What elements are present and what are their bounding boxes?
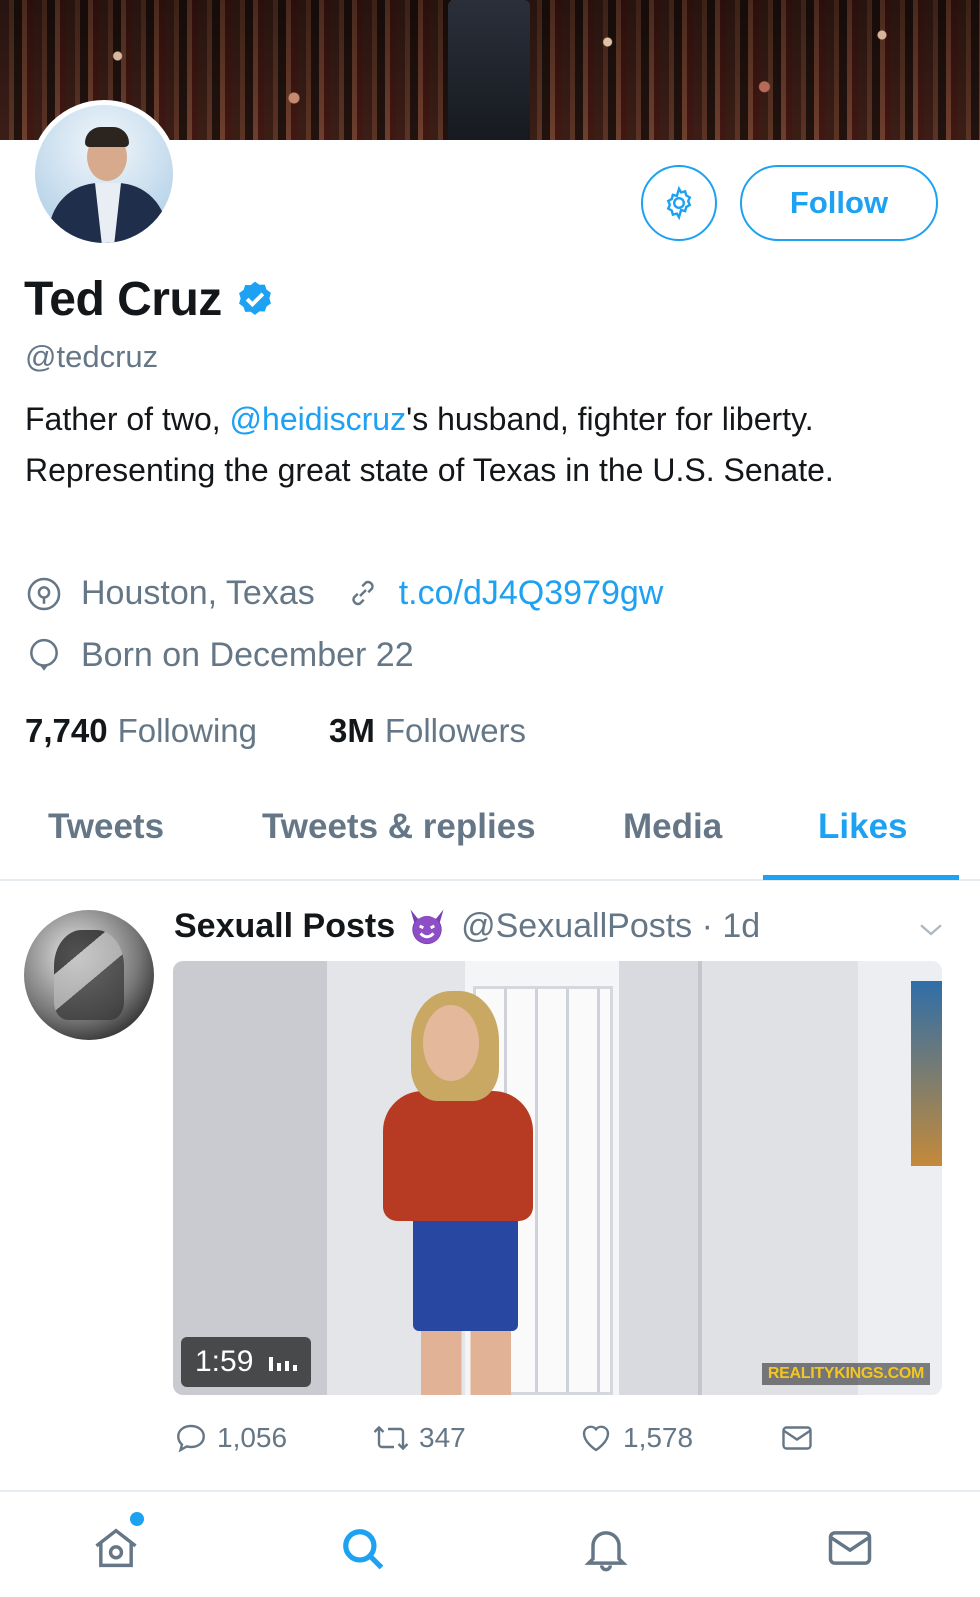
tweet-actions: 1,056 347 1,578	[173, 1420, 873, 1470]
tab-likes[interactable]: Likes	[818, 807, 908, 847]
nav-messages[interactable]	[822, 1520, 878, 1576]
gear-icon	[666, 185, 692, 221]
settings-button[interactable]	[641, 165, 717, 241]
retweet-icon	[373, 1425, 409, 1451]
nav-search[interactable]	[334, 1520, 390, 1576]
balloon-icon	[25, 637, 63, 675]
bell-icon	[584, 1531, 628, 1572]
profile-handle: @tedcruz	[25, 339, 159, 374]
tweet-author-handle-time: @SexuallPosts · 1d	[461, 906, 761, 945]
home-icon	[95, 1528, 137, 1568]
video-person-face	[423, 1005, 479, 1081]
nav-home[interactable]	[88, 1520, 144, 1576]
reply-icon	[177, 1424, 205, 1453]
search-icon	[343, 1529, 384, 1570]
profile-birthday: Born on December 22	[81, 636, 414, 674]
follow-button[interactable]: Follow	[740, 165, 938, 241]
tweet-author-name[interactable]: Sexuall Posts	[174, 907, 395, 946]
retweet-button[interactable]: 347	[371, 1420, 466, 1456]
video-scene-wall	[698, 961, 858, 1395]
profile-name-row: Ted Cruz	[24, 272, 276, 327]
heart-icon	[582, 1425, 610, 1452]
retweet-count: 347	[419, 1422, 466, 1453]
followers-label: Followers	[384, 712, 527, 749]
video-person-skirt	[413, 1216, 518, 1331]
video-watermark: REALITYKINGS.COM	[761, 1363, 930, 1385]
mail-icon	[828, 1531, 872, 1565]
followers-stat[interactable]: 3M Followers	[329, 712, 526, 750]
video-duration: 1:59	[195, 1345, 254, 1378]
video-person-top	[383, 1091, 533, 1221]
envelope-icon	[782, 1426, 812, 1450]
following-count: 7,740	[25, 712, 108, 749]
chevron-down-icon[interactable]	[916, 914, 946, 944]
avatar-hair	[85, 127, 129, 147]
tab-media[interactable]: Media	[623, 807, 722, 847]
profile-tabs: Tweets Tweets & replies Media Likes	[0, 785, 980, 881]
profile-meta-row: Houston, Texas t.co/dJ4Q3979gw	[25, 574, 663, 613]
following-stat[interactable]: 7,740 Following	[25, 712, 257, 750]
reply-count: 1,056	[217, 1422, 288, 1453]
bio-text: Father of two,	[25, 401, 230, 437]
followers-count: 3M	[329, 712, 375, 749]
direct-message-button[interactable]	[777, 1420, 825, 1456]
verified-badge-icon	[234, 279, 276, 321]
active-tab-indicator	[763, 875, 959, 880]
home-notification-dot	[130, 1512, 144, 1526]
profile-name: Ted Cruz	[24, 273, 222, 326]
profile-website-link[interactable]: t.co/dJ4Q3979gw	[399, 574, 664, 613]
tweet-author-avatar[interactable]	[24, 910, 154, 1040]
tab-tweets[interactable]: Tweets	[48, 807, 164, 847]
banner-speaker	[448, 0, 530, 140]
nav-notifications[interactable]	[578, 1520, 634, 1576]
link-icon	[345, 575, 383, 613]
volume-bars-icon	[269, 1357, 298, 1371]
like-count: 1,578	[623, 1422, 694, 1453]
location-pin-icon	[25, 575, 63, 613]
tweet-header: Sexuall Posts @SexuallPosts · 1d	[174, 904, 760, 948]
following-label: Following	[117, 712, 257, 749]
like-button[interactable]: 1,578	[577, 1420, 693, 1456]
profile-avatar[interactable]	[30, 100, 178, 248]
profile-stats: 7,740 Following 3M Followers	[25, 712, 526, 750]
profile-bio: Father of two, @heidiscruz's husband, fi…	[25, 394, 925, 496]
profile-birthday-row: Born on December 22	[25, 636, 414, 675]
tweet-video[interactable]: 1:59 REALITYKINGS.COM	[173, 961, 942, 1395]
video-duration-badge: 1:59	[181, 1337, 312, 1387]
video-scene-painting	[911, 981, 942, 1166]
reply-button[interactable]: 1,056	[173, 1420, 287, 1456]
bio-mention-link[interactable]: @heidiscruz	[230, 401, 407, 437]
smiling-devil-icon	[405, 904, 449, 948]
bottom-navigation	[0, 1492, 980, 1597]
video-person-legs	[421, 1329, 511, 1395]
profile-location: Houston, Texas	[81, 574, 315, 612]
tab-tweets-replies[interactable]: Tweets & replies	[262, 807, 536, 847]
